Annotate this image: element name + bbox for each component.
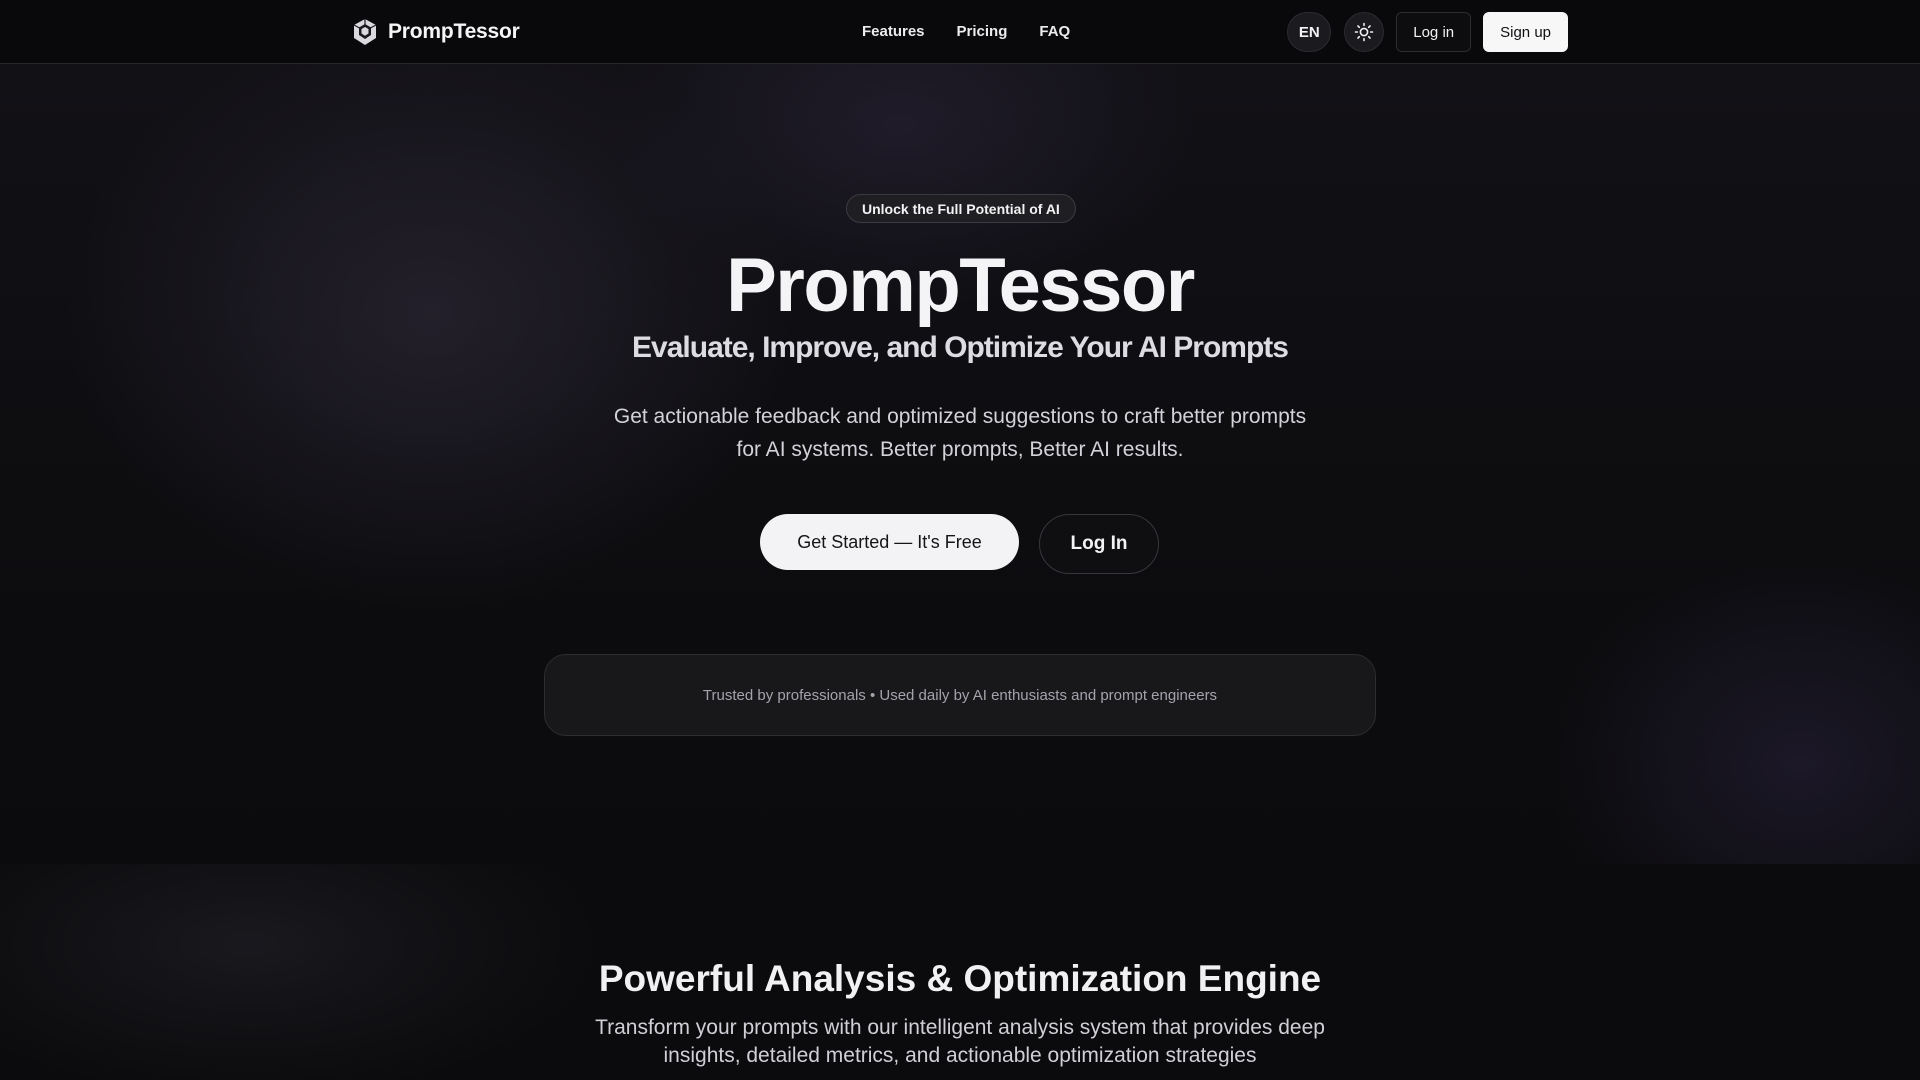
trust-text: Trusted by professionals • Used daily by…	[702, 686, 1218, 704]
language-switcher-button[interactable]: EN	[1287, 12, 1332, 52]
nav-actions: EN Log in Sign up	[1287, 12, 1568, 52]
sun-icon	[1354, 22, 1374, 42]
brand-name: PrompTessor	[388, 20, 520, 43]
get-started-button[interactable]: Get Started — It's Free	[760, 514, 1019, 570]
trust-banner: Trusted by professionals • Used daily by…	[544, 654, 1376, 736]
hero-section: Unlock the Full Potential of AI PrompTes…	[0, 64, 1920, 864]
theme-toggle-button[interactable]	[1344, 12, 1385, 52]
shield-hexagon-logo-icon	[353, 19, 377, 45]
hero-title: PrompTessor	[726, 243, 1195, 328]
hero-subtitle: Evaluate, Improve, and Optimize Your AI …	[632, 331, 1289, 364]
top-navbar: PrompTessor Features Pricing FAQ EN Log …	[0, 0, 1920, 64]
hero-login-button[interactable]: Log In	[1039, 514, 1159, 574]
nav-link-faq[interactable]: FAQ	[1039, 20, 1070, 44]
login-button[interactable]: Log in	[1396, 12, 1472, 52]
nav-link-pricing[interactable]: Pricing	[957, 20, 1008, 44]
features-title: Powerful Analysis & Optimization Engine	[598, 958, 1322, 999]
hero-description: Get actionable feedback and optimized su…	[613, 405, 1307, 461]
signup-button[interactable]: Sign up	[1483, 12, 1568, 52]
brand-home-link[interactable]: PrompTessor	[352, 16, 520, 48]
features-description: Transform your prompts with our intellig…	[595, 1016, 1325, 1067]
features-section: Powerful Analysis & Optimization Engine …	[0, 864, 1920, 1080]
hero-badge: Unlock the Full Potential of AI	[846, 194, 1076, 223]
main-nav: Features Pricing FAQ	[862, 20, 1070, 44]
nav-link-features[interactable]: Features	[862, 20, 925, 44]
